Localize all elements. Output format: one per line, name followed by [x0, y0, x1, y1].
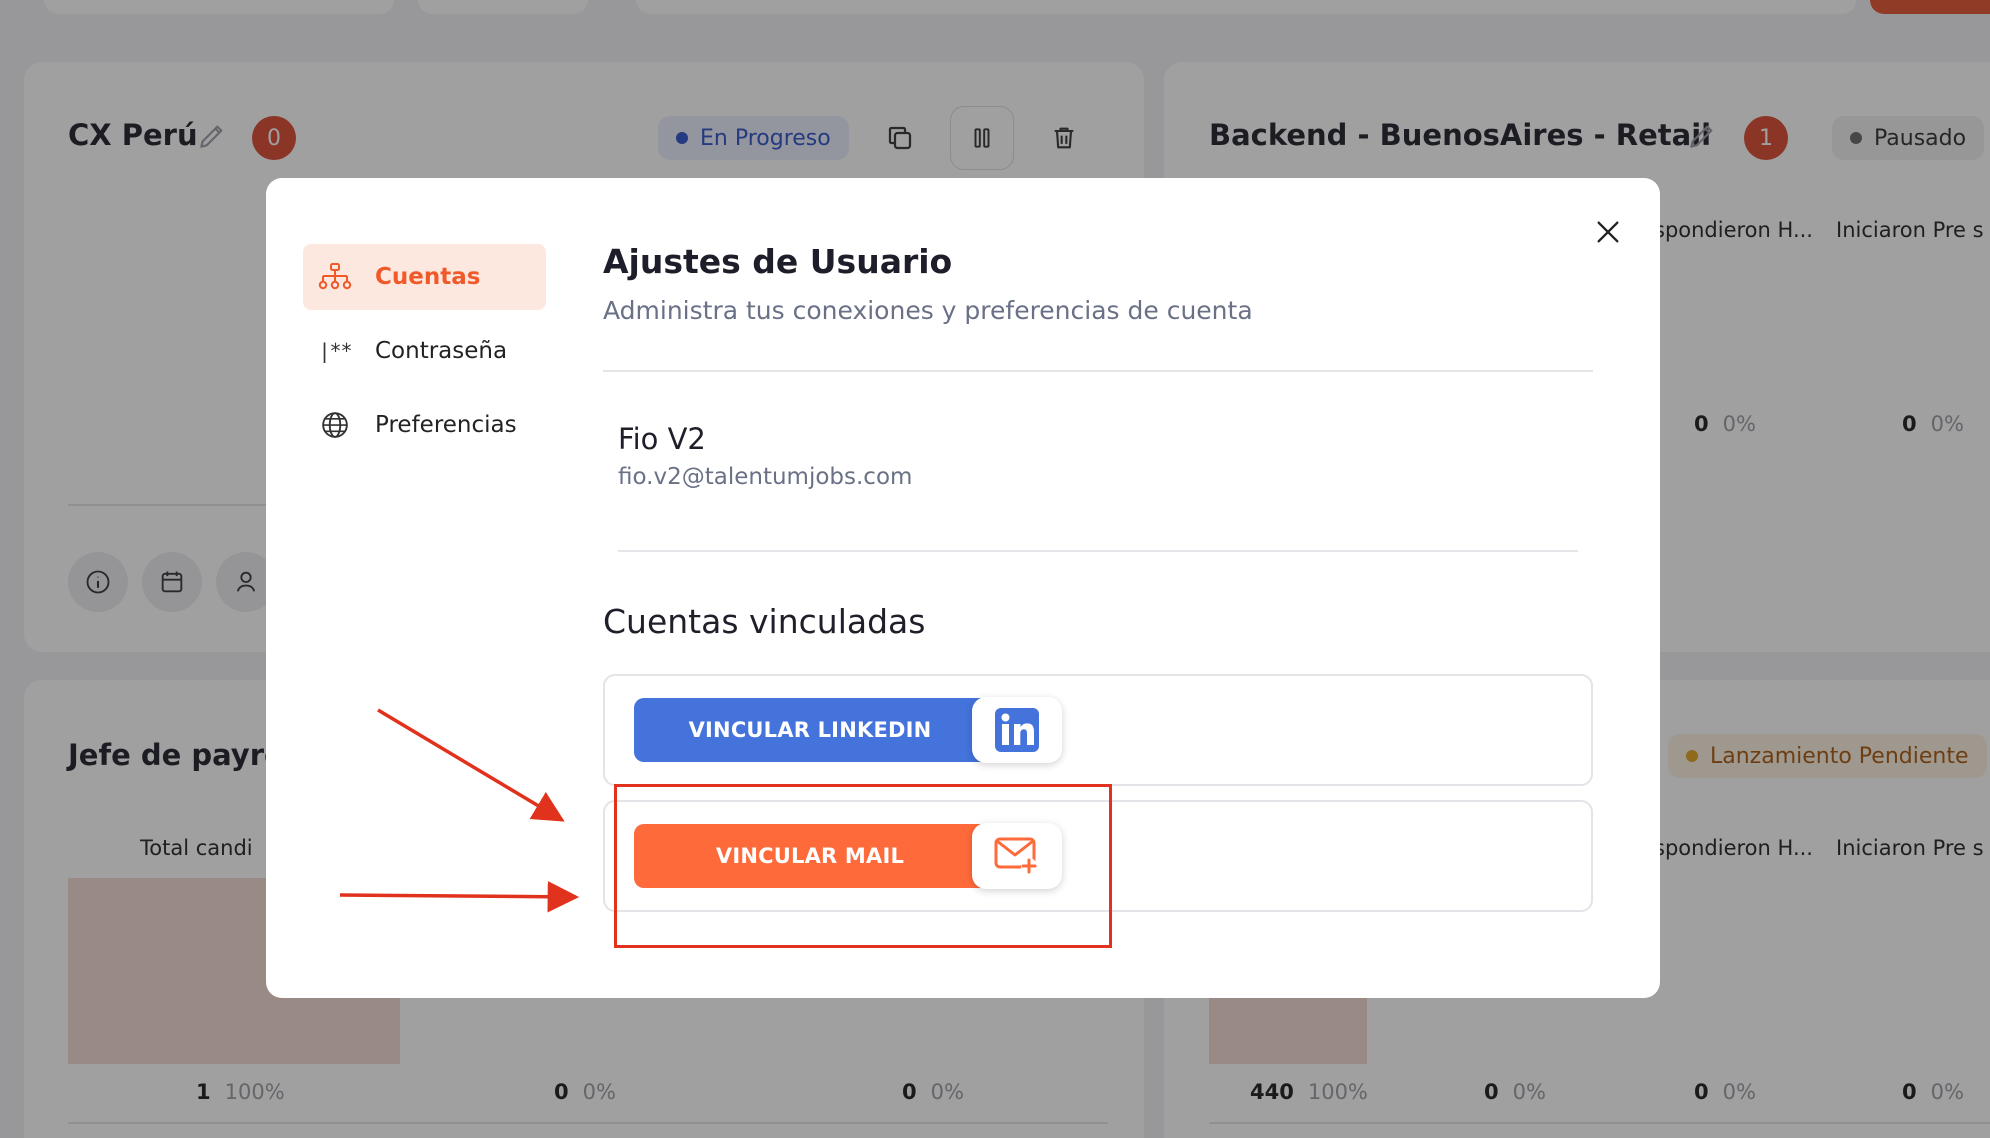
modal-title: Ajustes de Usuario	[603, 242, 953, 281]
link-mail-button[interactable]: VINCULAR MAIL	[634, 823, 1064, 889]
linked-accounts-title: Cuentas vinculadas	[603, 602, 926, 641]
sitemap-icon	[317, 259, 353, 295]
close-icon	[1597, 221, 1619, 243]
sidebar-item-label: Preferencias	[375, 412, 517, 438]
sidebar-item-contrasena[interactable]: |** Contraseña	[303, 318, 546, 384]
globe-icon	[317, 407, 353, 443]
sidebar-item-label: Cuentas	[375, 264, 481, 290]
sidebar-item-preferencias[interactable]: Preferencias	[303, 392, 546, 458]
divider	[603, 370, 1593, 372]
mail-add-icon	[972, 823, 1062, 889]
mail-link-row: VINCULAR MAIL	[603, 800, 1593, 912]
linkedin-link-row: VINCULAR LINKEDIN	[603, 674, 1593, 786]
user-email: fio.v2@talentumjobs.com	[618, 464, 913, 490]
modal-subtitle: Administra tus conexiones y preferencias…	[603, 296, 1253, 325]
link-linkedin-label: VINCULAR LINKEDIN	[634, 698, 986, 762]
link-mail-label: VINCULAR MAIL	[634, 824, 986, 888]
close-button[interactable]	[1586, 210, 1630, 254]
user-settings-modal: Cuentas |** Contraseña Preferencias Ajus…	[266, 178, 1660, 998]
link-linkedin-button[interactable]: VINCULAR LINKEDIN	[634, 697, 1064, 763]
password-icon: |**	[318, 339, 352, 363]
linkedin-icon	[972, 697, 1062, 763]
sidebar-item-label: Contraseña	[375, 338, 508, 364]
divider	[618, 550, 1578, 552]
sidebar-item-cuentas[interactable]: Cuentas	[303, 244, 546, 310]
user-name: Fio V2	[618, 422, 706, 456]
